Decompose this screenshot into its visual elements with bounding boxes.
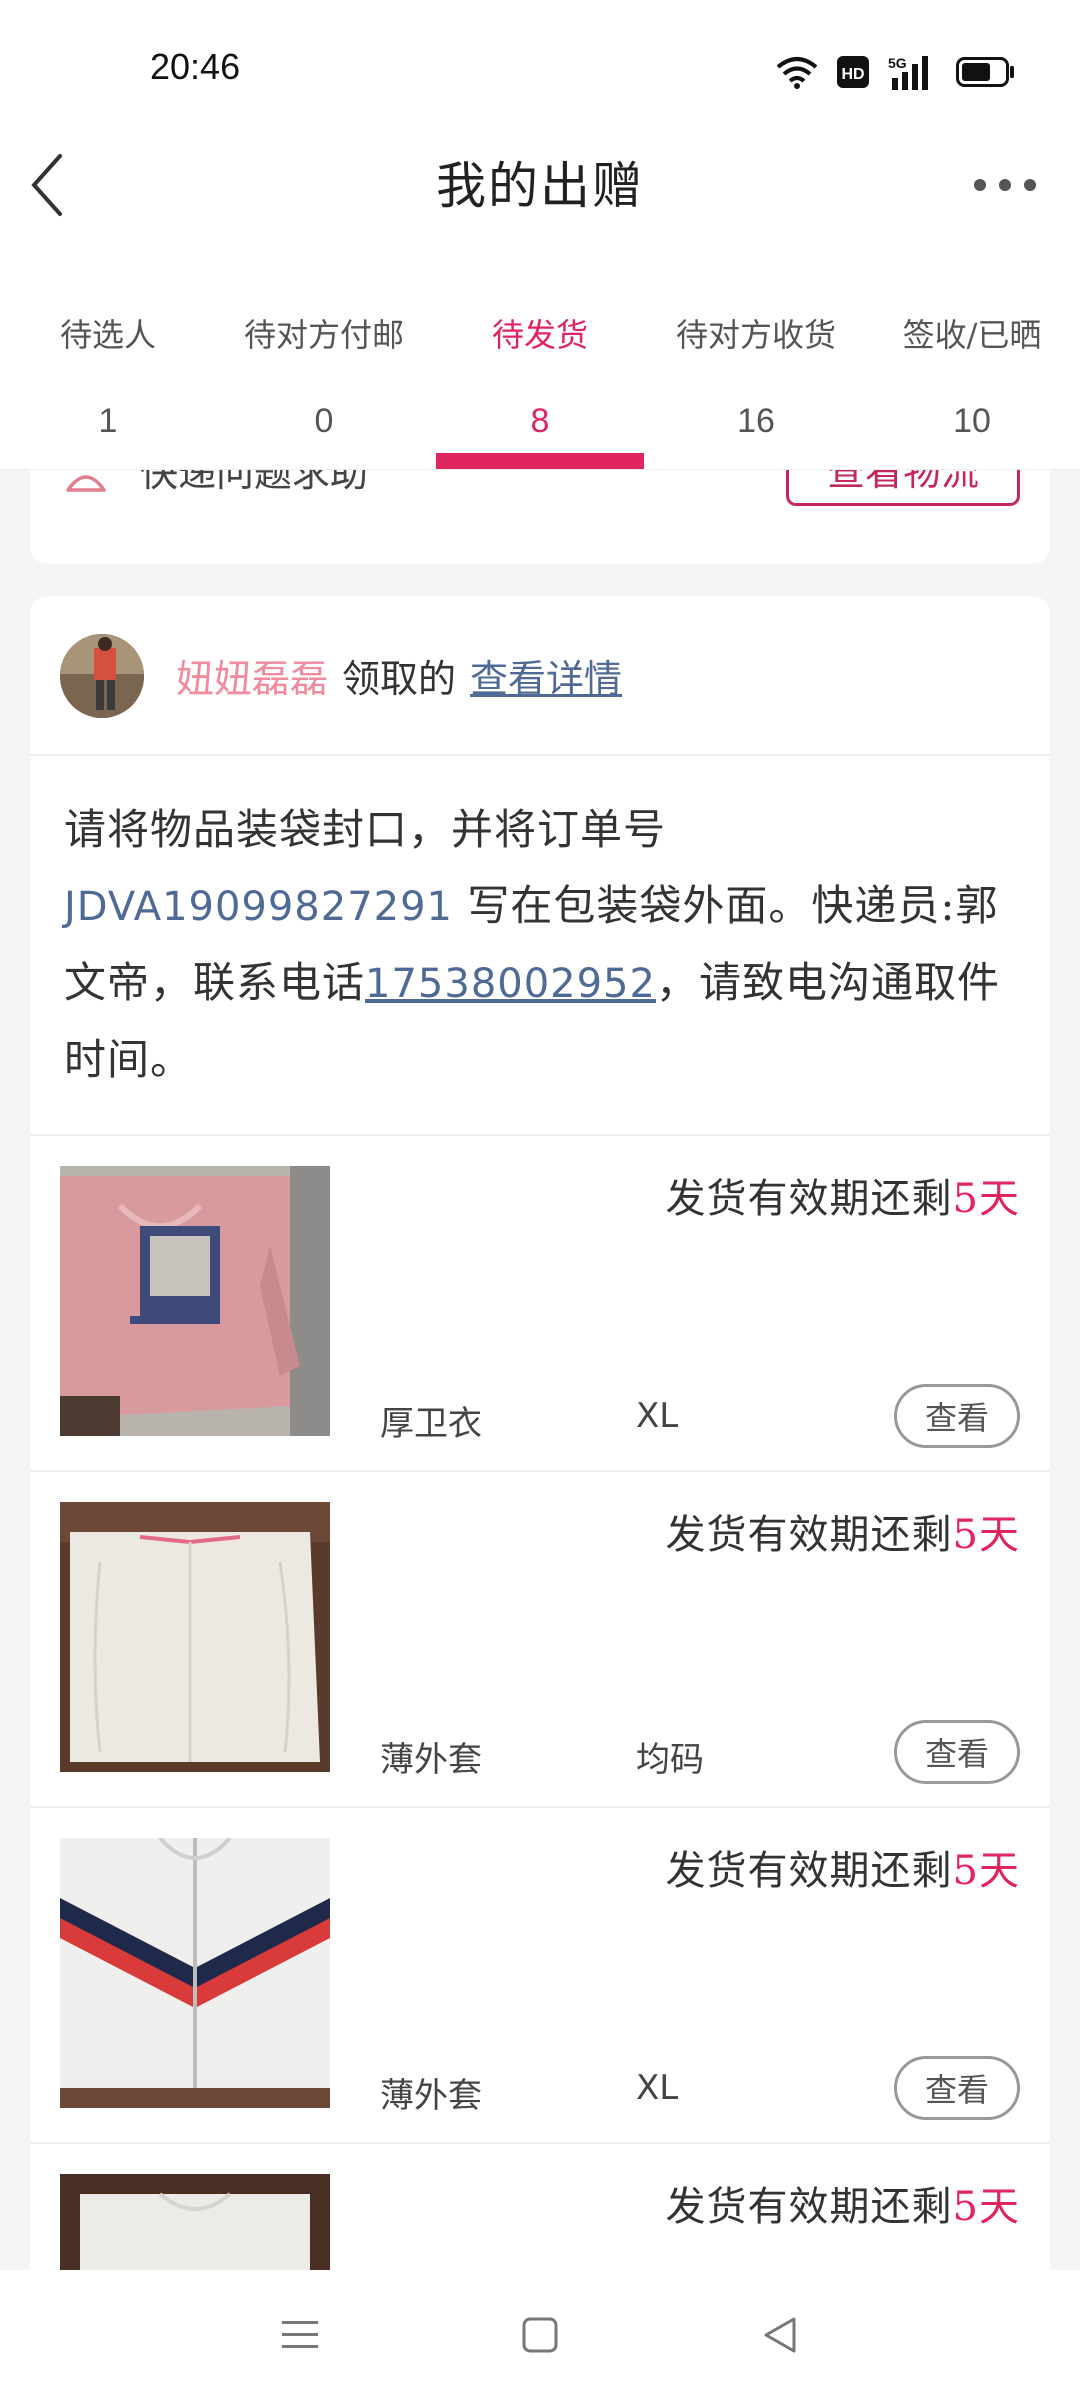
deadline-text: 发货有效期还剩 bbox=[665, 1176, 953, 1222]
item-row: 发货有效期还剩5天 bbox=[30, 2144, 1050, 2270]
item-thumbnail[interactable] bbox=[60, 1838, 330, 2108]
item-size: 均码 bbox=[636, 1740, 704, 1780]
back-triangle-icon[interactable] bbox=[760, 2315, 800, 2355]
active-tab-indicator bbox=[436, 453, 644, 469]
item-name: 厚卫衣 bbox=[380, 1404, 482, 1444]
deadline-text: 发货有效期还剩 bbox=[665, 1512, 953, 1558]
order-number: JDVA19099827291 bbox=[64, 884, 454, 930]
item-row: 发货有效期还剩5天 薄外套 XL 查看 bbox=[30, 1808, 1050, 2144]
tab-label: 待对方付邮 bbox=[243, 316, 404, 354]
status-time: 20:46 bbox=[150, 46, 241, 87]
tab-count: 1 bbox=[98, 402, 118, 440]
tab-count: 10 bbox=[953, 402, 991, 440]
tab-pending-postage[interactable]: 待对方付邮 0 bbox=[216, 250, 432, 469]
item-row: 发货有效期还剩5天 薄外套 均码 查看 bbox=[30, 1472, 1050, 1808]
shipping-instructions: 请将物品装袋封口，并将订单号 JDVA19099827291 写在包装袋外面。快… bbox=[30, 756, 1050, 1136]
white-shirt-image bbox=[60, 2174, 330, 2270]
white-cardigan-image bbox=[60, 1502, 330, 1772]
item-size: XL bbox=[636, 1396, 679, 1436]
deadline-days: 5天 bbox=[952, 2184, 1020, 2230]
more-dots-icon bbox=[974, 179, 1036, 191]
tab-label: 待对方收货 bbox=[675, 316, 836, 354]
svg-text:HD: HD bbox=[841, 66, 864, 83]
tab-label: 待发货 bbox=[491, 316, 588, 354]
view-detail-link[interactable]: 查看详情 bbox=[470, 648, 622, 703]
status-icons: HD 5G bbox=[776, 52, 1016, 92]
tab-pending-receipt[interactable]: 待对方收货 16 bbox=[648, 250, 864, 469]
item-thumbnail[interactable] bbox=[60, 2174, 330, 2270]
page-header: 我的出赠 bbox=[0, 110, 1080, 250]
receiver-name[interactable]: 妞妞磊磊 bbox=[176, 648, 328, 703]
item-name: 薄外套 bbox=[380, 2076, 482, 2116]
wifi-icon bbox=[776, 57, 818, 89]
home-icon[interactable] bbox=[520, 2315, 560, 2355]
instruction-text: 请将物品装袋封口，并将订单号 bbox=[64, 805, 667, 854]
deadline-days: 5天 bbox=[952, 1848, 1020, 1894]
avatar[interactable] bbox=[60, 634, 144, 718]
order-card: 妞妞磊磊 领取的 查看详情 请将物品装袋封口，并将订单号 JDVA1909982… bbox=[30, 596, 1050, 2270]
system-nav-bar bbox=[0, 2270, 1080, 2400]
deadline-days: 5天 bbox=[952, 1176, 1020, 1222]
receiver-line: 妞妞磊磊 领取的 查看详情 bbox=[176, 648, 622, 703]
item-size: XL bbox=[636, 2068, 679, 2108]
tab-label: 待选人 bbox=[59, 316, 156, 354]
deadline-days: 5天 bbox=[952, 1512, 1020, 1558]
shipping-deadline: 发货有效期还剩5天 bbox=[666, 1838, 1020, 1896]
tab-pending-shipment[interactable]: 待发货 8 bbox=[432, 250, 648, 469]
courier-help-text[interactable]: 快递问题求助 bbox=[140, 470, 368, 497]
view-logistics-button[interactable]: 查看物流 bbox=[786, 470, 1020, 506]
tab-label: 签收/已晒 bbox=[902, 316, 1042, 354]
item-thumbnail[interactable] bbox=[60, 1502, 330, 1772]
shipping-deadline: 发货有效期还剩5天 bbox=[666, 1166, 1020, 1224]
menu-icon[interactable] bbox=[280, 2315, 320, 2355]
view-item-button[interactable]: 查看 bbox=[894, 1720, 1020, 1784]
shipping-deadline: 发货有效期还剩5天 bbox=[666, 1502, 1020, 1560]
tab-count: 8 bbox=[530, 402, 550, 440]
courier-help-icon bbox=[66, 475, 106, 492]
tab-count: 0 bbox=[314, 402, 334, 440]
tab-count: 16 bbox=[737, 402, 775, 440]
pink-hoodie-image bbox=[60, 1166, 330, 1436]
battery-icon bbox=[956, 57, 1014, 87]
item-row: 发货有效期还剩5天 厚卫衣 XL 查看 bbox=[30, 1136, 1050, 1472]
signal-5g-icon: 5G bbox=[888, 55, 928, 90]
tab-signed-shared[interactable]: 签收/已晒 10 bbox=[864, 250, 1080, 469]
receiver-suffix: 领取的 bbox=[342, 657, 457, 701]
tab-pending-select[interactable]: 待选人 1 bbox=[0, 250, 216, 469]
svg-text:5G: 5G bbox=[888, 55, 907, 71]
item-thumbnail[interactable] bbox=[60, 1166, 330, 1436]
courier-phone-link[interactable]: 17538002952 bbox=[365, 961, 656, 1007]
deadline-text: 发货有效期还剩 bbox=[665, 1848, 953, 1894]
shipping-deadline: 发货有效期还剩5天 bbox=[666, 2174, 1020, 2232]
more-button[interactable] bbox=[970, 170, 1040, 200]
receiver-row: 妞妞磊磊 领取的 查看详情 bbox=[30, 596, 1050, 756]
view-item-button[interactable]: 查看 bbox=[894, 1384, 1020, 1448]
item-name: 薄外套 bbox=[380, 1740, 482, 1780]
content-area[interactable]: 快递问题求助 查看物流 妞妞磊磊 领取的 查看详情 请将物品装袋封口，并将订单号… bbox=[0, 470, 1080, 2270]
view-item-button[interactable]: 查看 bbox=[894, 2056, 1020, 2120]
avatar-image bbox=[60, 634, 144, 718]
help-card: 快递问题求助 查看物流 bbox=[30, 470, 1050, 564]
striped-jacket-image bbox=[60, 1838, 330, 2108]
page-title: 我的出赠 bbox=[436, 157, 644, 215]
hd-icon: HD bbox=[837, 56, 869, 88]
status-tabs: 待选人 1 待对方付邮 0 待发货 8 待对方收货 16 签收/已晒 10 bbox=[0, 250, 1080, 470]
deadline-text: 发货有效期还剩 bbox=[665, 2184, 953, 2230]
